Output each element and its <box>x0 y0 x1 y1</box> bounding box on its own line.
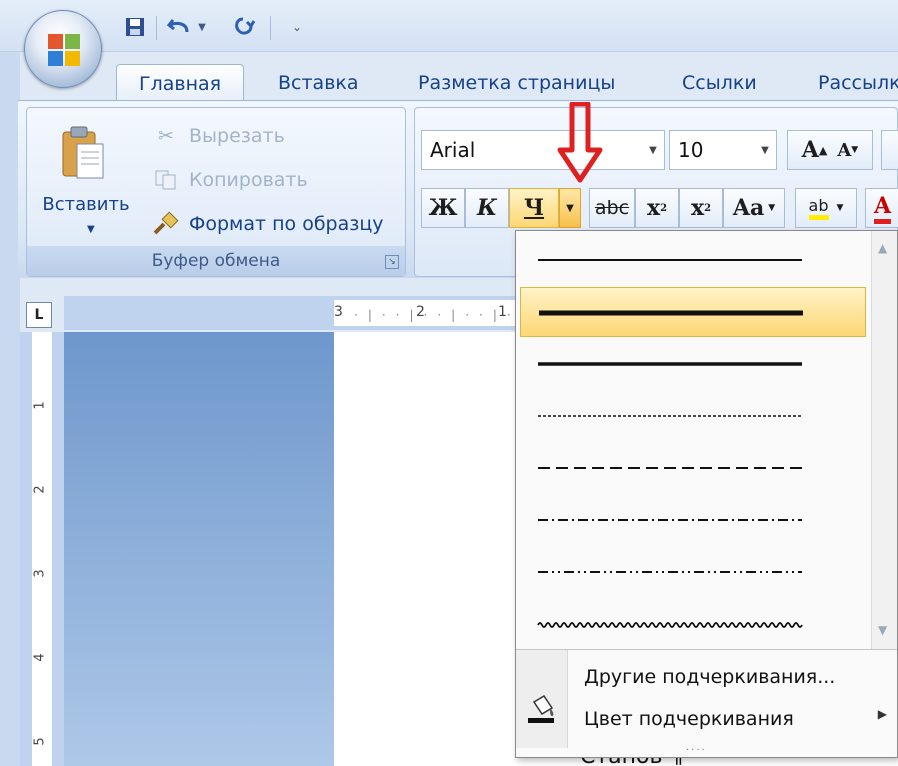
underline-color-item[interactable]: Цвет подчеркивания <box>584 699 794 739</box>
underline-preview-medium <box>538 362 802 366</box>
highlight-button[interactable]: ab ▼ <box>795 188 857 228</box>
copy-button[interactable]: Копировать <box>151 164 308 196</box>
grow-font-button[interactable]: A <box>802 137 819 163</box>
tab-references[interactable]: Ссылки <box>682 64 757 102</box>
underline-style-dashed[interactable] <box>520 443 866 493</box>
paintbrush-icon <box>151 211 181 237</box>
underline-style-dash-dot[interactable] <box>520 495 866 545</box>
underline-style-dash-dot-dot[interactable] <box>520 547 866 597</box>
tab-page-layout[interactable]: Разметка страницы <box>418 64 615 102</box>
quick-access-toolbar: ▼ ⌄ <box>112 6 342 46</box>
copy-icon <box>151 167 181 193</box>
font-size-value: 10 <box>678 138 704 162</box>
paste-icon[interactable] <box>61 124 105 180</box>
office-button[interactable] <box>24 10 102 88</box>
office-logo-icon <box>48 34 80 66</box>
italic-button[interactable]: К <box>465 188 509 228</box>
underline-preview-dash-dot <box>538 519 802 521</box>
qat-separator <box>270 16 271 40</box>
superscript-button[interactable]: x2 <box>679 188 723 228</box>
chevron-down-icon[interactable]: ▼ <box>642 131 664 169</box>
underline-preview-dashed <box>538 467 802 469</box>
red-arrow-annotation <box>557 102 603 183</box>
underline-dropdown-icon[interactable]: ▼ <box>559 188 581 228</box>
paint-bucket-icon <box>528 694 554 723</box>
menu-scrollbar[interactable]: ▲ ▼ <box>871 231 897 649</box>
underline-style-single[interactable] <box>520 235 866 285</box>
font-size-combo[interactable]: 10 ▼ <box>669 130 777 170</box>
tab-home[interactable]: Главная <box>116 64 245 102</box>
ruler-number: 2 <box>32 485 48 494</box>
ruler-number: 3 <box>334 304 343 320</box>
clipboard-group-title: Буфер обмена <box>151 251 281 271</box>
ruler-corner: L <box>20 296 64 332</box>
underline-preview-wave <box>537 622 803 628</box>
undo-icon[interactable] <box>164 12 194 42</box>
cut-button[interactable]: ✂ Вырезать <box>151 120 285 152</box>
tab-stop-selector[interactable]: L <box>26 302 52 328</box>
scroll-down-icon[interactable]: ▼ <box>878 623 887 637</box>
scissors-icon: ✂ <box>158 125 174 147</box>
change-case-button[interactable]: Aa ▼ <box>723 188 785 228</box>
clipboard-group: Вставить ▼ ✂ Вырезать Копировать Формат … <box>26 107 406 277</box>
window-left-edge <box>0 52 20 766</box>
paste-dropdown-icon[interactable]: ▼ <box>87 224 95 235</box>
font-color-button[interactable]: A <box>865 188 898 228</box>
underline-preview-dash-dot-dot <box>538 571 802 573</box>
scroll-up-icon[interactable]: ▲ <box>878 241 887 255</box>
underline-style-dotted[interactable] <box>520 391 866 441</box>
dialog-launcher-icon[interactable]: ↘ <box>385 255 399 269</box>
format-painter-button[interactable]: Формат по образцу <box>151 208 384 240</box>
underline-styles-list <box>516 231 872 649</box>
strikethrough-button[interactable]: abc <box>589 188 635 228</box>
paste-button[interactable]: Вставить <box>39 194 133 215</box>
underline-style-thick[interactable] <box>520 287 866 337</box>
bold-button[interactable]: Ж <box>421 188 465 228</box>
underline-preview-thick <box>539 310 803 316</box>
customize-qat-icon[interactable]: ⌄ <box>282 12 312 42</box>
ruler-number: 5 <box>32 737 48 746</box>
save-icon[interactable] <box>120 12 150 42</box>
qat-separator <box>156 16 157 40</box>
ruler-number: 4 <box>32 653 48 662</box>
cut-label: Вырезать <box>189 125 285 147</box>
shrink-font-button[interactable]: A <box>837 140 851 161</box>
underline-style-medium[interactable] <box>520 339 866 389</box>
copy-label: Копировать <box>189 169 308 191</box>
underline-styles-menu: ▲ ▼ Другие подчеркивания... Цвет подчерк… <box>515 230 898 758</box>
underline-preview-single <box>538 259 802 261</box>
redo-icon[interactable] <box>228 12 258 42</box>
menu-separator <box>516 649 897 650</box>
submenu-arrow-icon: ▶ <box>877 707 887 721</box>
font-color-glyph: A <box>873 193 892 224</box>
subscript-glyph: x <box>646 195 661 221</box>
change-case-glyph: Aa <box>732 195 765 221</box>
subscript-button[interactable]: x2 <box>635 188 679 228</box>
other-underlines-item[interactable]: Другие подчеркивания... <box>584 657 835 697</box>
format-painter-label: Формат по образцу <box>189 213 384 235</box>
underline-preview-dotted <box>538 415 802 417</box>
highlight-glyph: ab <box>808 196 829 220</box>
tab-mailings[interactable]: Рассылк <box>818 64 898 102</box>
underline-button[interactable]: Ч <box>509 188 559 228</box>
clear-format-button[interactable] <box>881 130 898 170</box>
tab-insert[interactable]: Вставка <box>278 64 359 102</box>
menu-resize-grip-icon[interactable]: ···· <box>686 745 707 756</box>
chevron-down-icon[interactable]: ▼ <box>754 131 776 169</box>
underline-style-wave[interactable] <box>520 599 866 649</box>
ruler-number: 3 <box>32 569 48 578</box>
menu-icon-gutter <box>516 650 568 748</box>
page-margin-area <box>64 332 334 766</box>
ribbon-tabs: Главная Вставка Разметка страницы Ссылки… <box>0 52 898 102</box>
vertical-ruler[interactable]: 1 2 3 4 5 <box>20 332 64 766</box>
font-name-value: Arial <box>430 138 476 162</box>
font-grow-shrink-group: A ▲ A ▼ <box>787 130 873 170</box>
vertical-ruler-active: 1 2 3 4 5 <box>32 332 52 766</box>
clipboard-group-label: Буфер обмена ↘ <box>27 246 405 276</box>
undo-dropdown-icon[interactable]: ▼ <box>194 12 210 42</box>
superscript-glyph: x <box>690 195 705 221</box>
font-name-combo[interactable]: Arial ▼ <box>421 130 665 170</box>
ruler-number: 1 <box>32 401 48 410</box>
